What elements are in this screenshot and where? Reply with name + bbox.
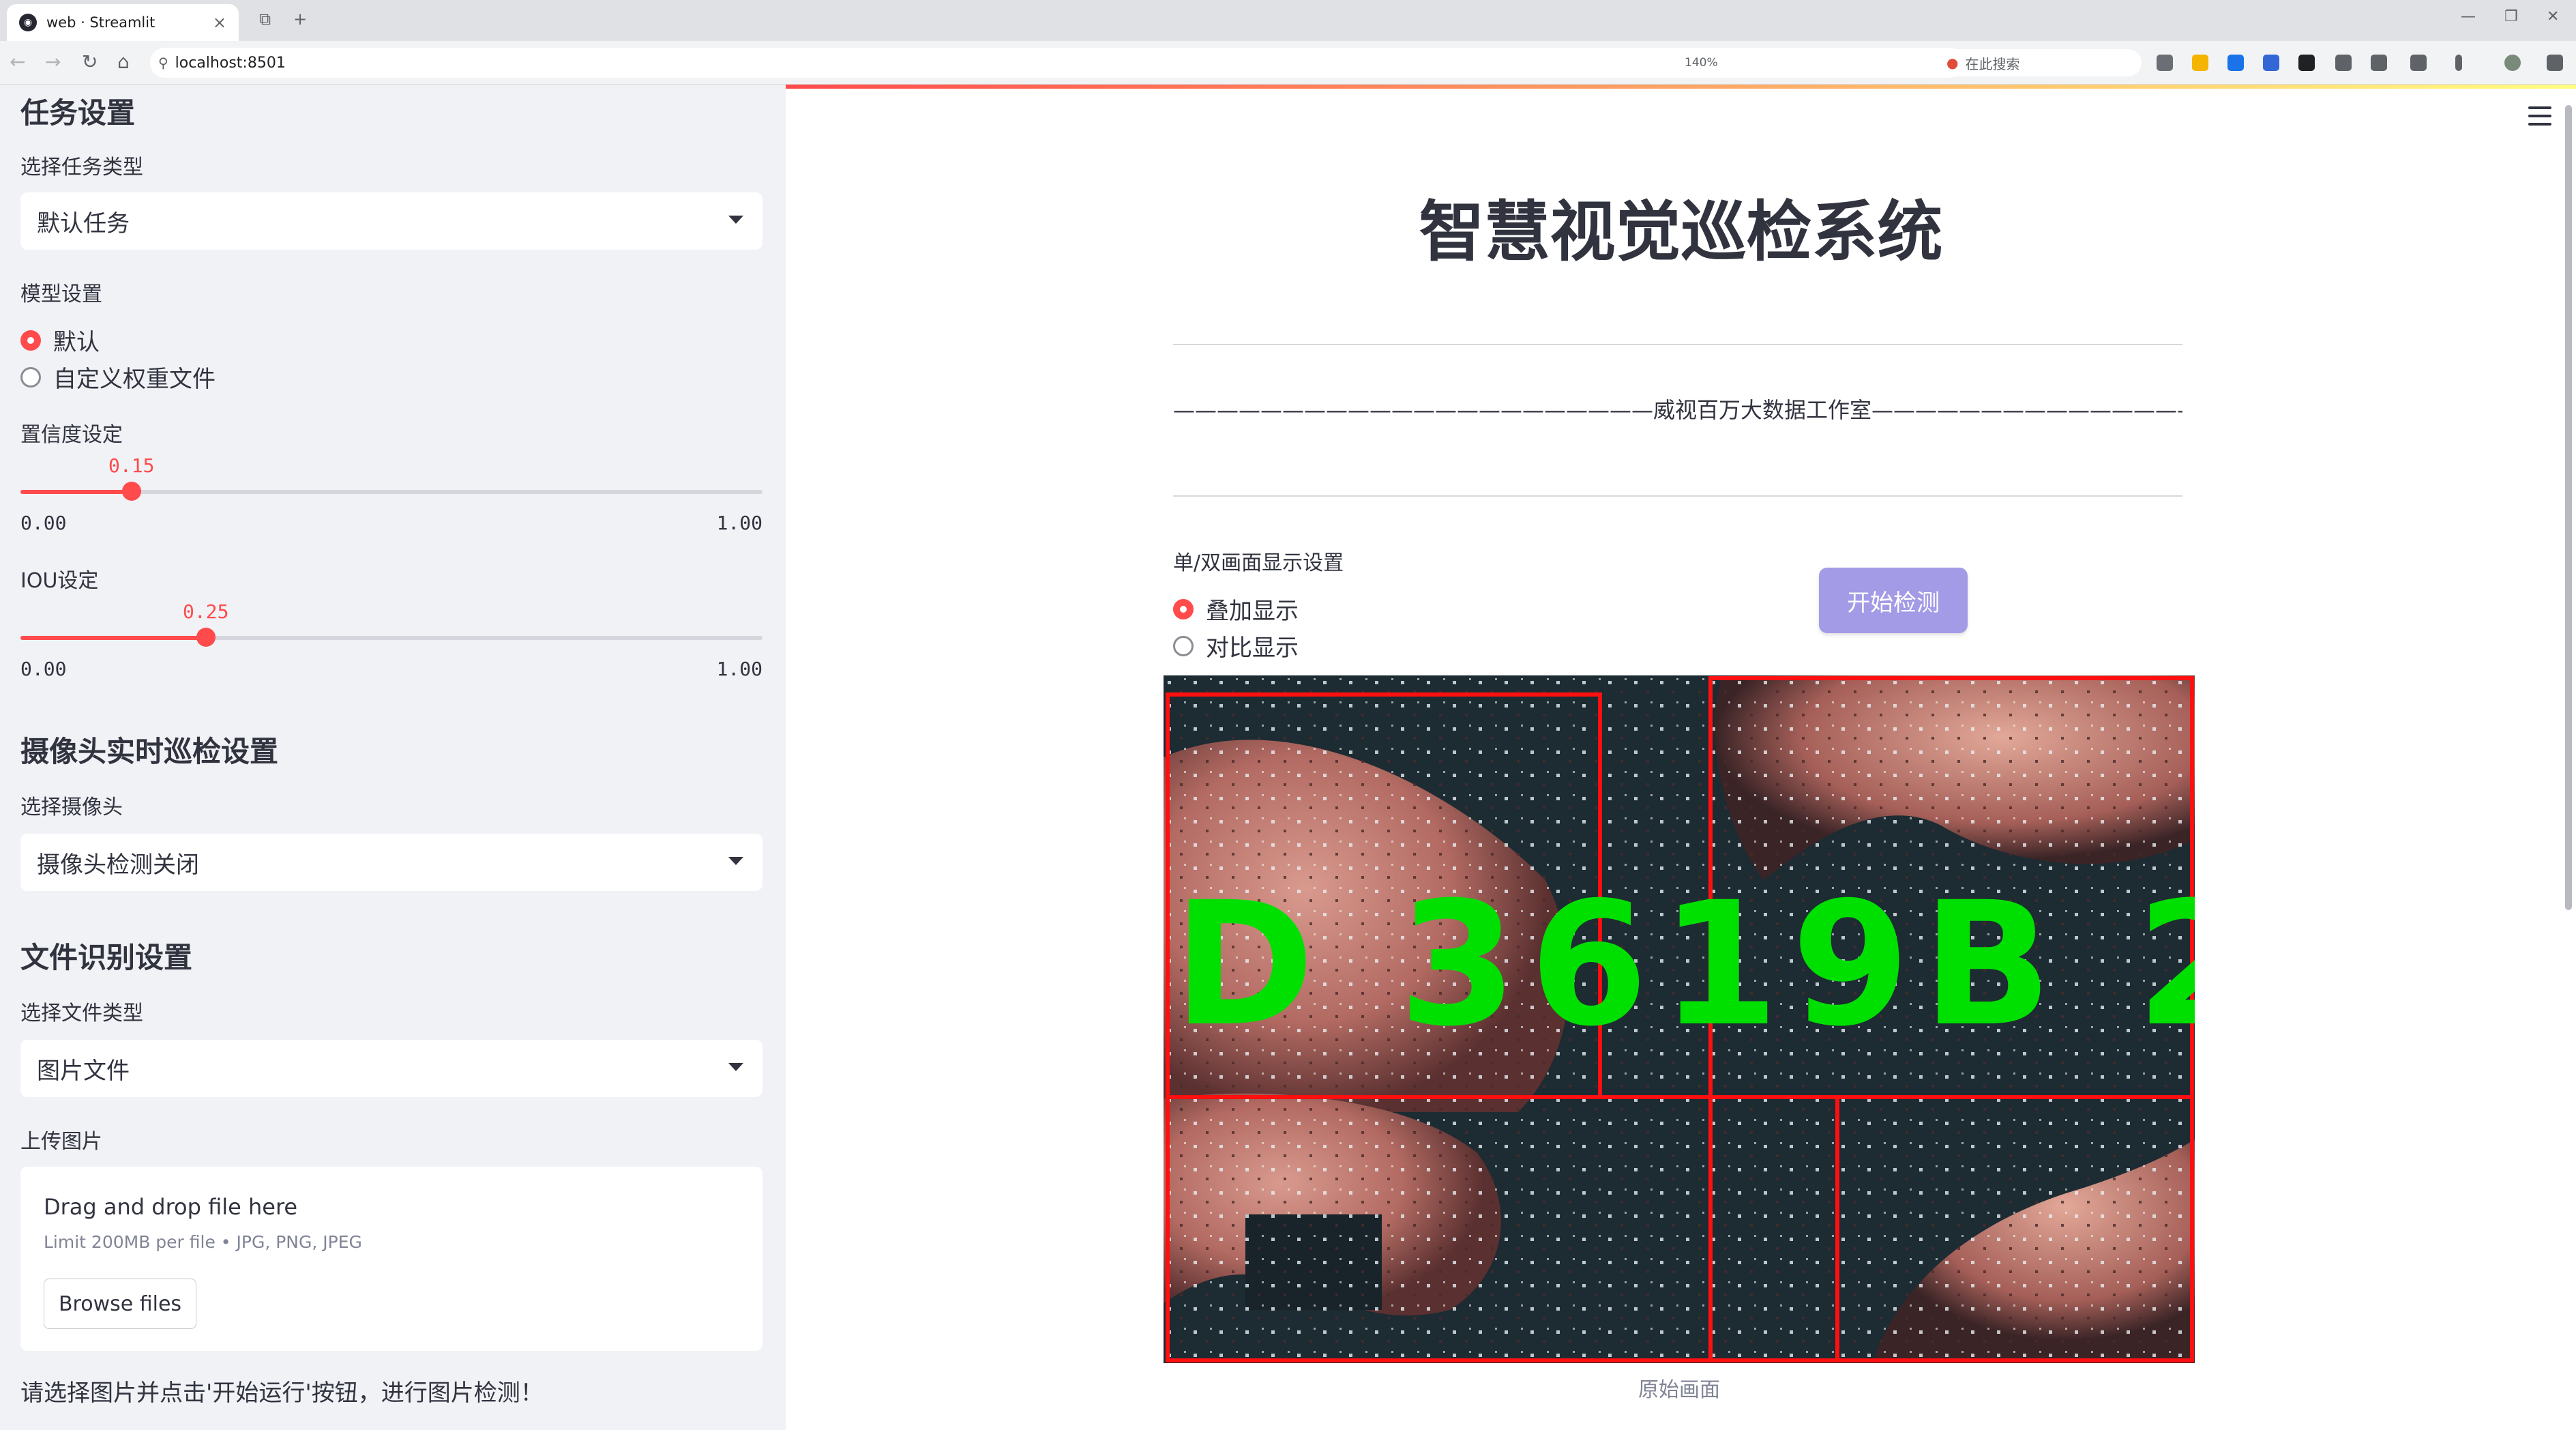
iou-label: IOU设定 bbox=[20, 569, 99, 593]
display-option-overlay[interactable]: 叠加显示 bbox=[1173, 592, 1299, 626]
confidence-slider[interactable] bbox=[20, 482, 763, 501]
detection-label-text: D 3619B 2 bbox=[1173, 865, 2195, 1064]
file-type-value: 图片文件 bbox=[37, 1057, 130, 1085]
browse-files-button[interactable]: Browse files bbox=[44, 1279, 196, 1329]
browser-search-box[interactable]: ● 在此搜索 bbox=[1937, 49, 2142, 76]
radio-selected-icon bbox=[20, 330, 41, 351]
divider bbox=[1173, 344, 2182, 345]
file-type-select[interactable]: 图片文件 bbox=[20, 1040, 763, 1097]
tab-title: web · Streamlit bbox=[46, 14, 156, 31]
task-settings-header: 任务设置 bbox=[20, 96, 136, 130]
detection-image-graphic: D 3619B 2 bbox=[1164, 675, 2195, 1363]
detection-image: D 3619B 2 bbox=[1164, 675, 2195, 1363]
streamlit-favicon-icon: ◉ bbox=[19, 14, 37, 31]
tab-group-icon[interactable]: ⧉ bbox=[259, 10, 271, 29]
iou-value: 0.25 bbox=[183, 600, 229, 623]
display-option-label: 叠加显示 bbox=[1206, 598, 1299, 625]
bookmark-icon[interactable] bbox=[2371, 55, 2387, 71]
file-type-label: 选择文件类型 bbox=[20, 1002, 143, 1025]
iou-min: 0.00 bbox=[20, 658, 67, 680]
confidence-min: 0.00 bbox=[20, 512, 67, 534]
studio-line: ——————————————————————威视百万大数据工作室————————… bbox=[1173, 397, 2182, 423]
model-option-default[interactable]: 默认 bbox=[20, 323, 100, 357]
iou-slider-thumb[interactable] bbox=[196, 628, 216, 647]
home-icon[interactable]: ⌂ bbox=[117, 50, 130, 73]
close-window-icon[interactable]: ✕ bbox=[2547, 8, 2559, 25]
iou-max: 1.00 bbox=[716, 658, 763, 680]
reload-icon[interactable]: ↻ bbox=[82, 50, 98, 73]
zoom-level[interactable]: 140% bbox=[1685, 56, 1718, 70]
task-type-label: 选择任务类型 bbox=[20, 156, 143, 179]
camera-select[interactable]: 摄像头检测关闭 bbox=[20, 834, 763, 891]
confidence-slider-fill bbox=[20, 490, 132, 494]
back-icon[interactable]: ← bbox=[10, 50, 25, 73]
display-mode-label: 单/双画面显示设置 bbox=[1173, 551, 1344, 575]
header-decoration bbox=[786, 85, 2576, 89]
model-option-label: 默认 bbox=[53, 329, 100, 356]
dropzone-limit: Limit 200MB per file • JPG, PNG, JPEG bbox=[44, 1232, 362, 1252]
radio-unselected-icon bbox=[1173, 635, 1194, 656]
model-settings-label: 模型设置 bbox=[20, 282, 102, 306]
confidence-max: 1.00 bbox=[716, 512, 763, 534]
model-option-custom[interactable]: 自定义权重文件 bbox=[20, 360, 216, 394]
file-dropzone[interactable]: Drag and drop file here Limit 200MB per … bbox=[20, 1167, 763, 1351]
restore-icon[interactable]: ❐ bbox=[2504, 8, 2518, 25]
confidence-value: 0.15 bbox=[108, 454, 155, 477]
page-title: 智慧视觉巡检系统 bbox=[1419, 194, 1943, 270]
search-engine-icon: ● bbox=[1946, 55, 1959, 71]
task-type-value: 默认任务 bbox=[37, 209, 130, 237]
image-caption: 原始画面 bbox=[1638, 1378, 1720, 1402]
sidebar: 任务设置 选择任务类型 默认任务 模型设置 默认 自定义权重文件 置信度设定 0… bbox=[0, 85, 786, 1430]
instruction-note: 请选择图片并点击'开始运行'按钮，进行图片检测！ bbox=[20, 1380, 544, 1407]
display-option-compare[interactable]: 对比显示 bbox=[1173, 629, 1299, 662]
main-content: 智慧视觉巡检系统 ——————————————————————威视百万大数据工作… bbox=[786, 85, 2576, 1430]
scissors-icon[interactable] bbox=[2410, 55, 2427, 71]
iou-slider[interactable] bbox=[20, 628, 763, 647]
display-option-label: 对比显示 bbox=[1206, 634, 1299, 662]
extension-icon[interactable] bbox=[2298, 55, 2315, 71]
search-icon: ⚲ bbox=[158, 55, 168, 71]
search-placeholder: 在此搜索 bbox=[1965, 55, 2020, 72]
new-tab-icon[interactable]: + bbox=[293, 10, 307, 29]
file-settings-header: 文件识别设置 bbox=[20, 941, 193, 974]
extension-icon[interactable] bbox=[2192, 55, 2208, 71]
browser-menu-icon[interactable] bbox=[2547, 55, 2563, 71]
divider bbox=[1173, 495, 2182, 497]
extension-icon[interactable] bbox=[2157, 55, 2173, 71]
radio-selected-icon bbox=[1173, 598, 1194, 619]
url-text: localhost:8501 bbox=[175, 54, 286, 72]
upload-label: 上传图片 bbox=[20, 1130, 102, 1154]
camera-settings-header: 摄像头实时巡检设置 bbox=[20, 735, 279, 768]
forward-icon[interactable]: → bbox=[45, 50, 61, 73]
download-icon[interactable] bbox=[2335, 55, 2352, 71]
start-detection-button[interactable]: 开始检测 bbox=[1819, 568, 1968, 633]
browser-tab[interactable]: ◉ web · Streamlit × bbox=[7, 4, 239, 41]
tab-close-icon[interactable]: × bbox=[213, 13, 226, 32]
extension-icon[interactable] bbox=[2263, 55, 2279, 71]
chevron-down-icon bbox=[728, 1063, 743, 1071]
confidence-label: 置信度设定 bbox=[20, 423, 123, 447]
more-menu-icon[interactable] bbox=[2455, 55, 2462, 71]
chevron-down-icon bbox=[728, 857, 743, 865]
confidence-slider-thumb[interactable] bbox=[122, 482, 142, 501]
radio-unselected-icon bbox=[20, 366, 41, 388]
extension-icon[interactable] bbox=[2227, 55, 2244, 71]
minimize-icon[interactable]: — bbox=[2461, 8, 2476, 25]
camera-select-label: 选择摄像头 bbox=[20, 796, 123, 819]
browser-tab-bar: ◉ web · Streamlit × ⧉ + — ❐ ✕ bbox=[0, 0, 2576, 41]
chevron-down-icon bbox=[728, 216, 743, 224]
dropzone-title: Drag and drop file here bbox=[44, 1194, 298, 1220]
task-type-select[interactable]: 默认任务 bbox=[20, 192, 763, 250]
profile-avatar[interactable] bbox=[2504, 55, 2521, 71]
browser-address-bar: ← → ↻ ⌂ ⚲ localhost:8501 140% ● 在此搜索 bbox=[0, 41, 2576, 85]
hamburger-menu-icon[interactable] bbox=[2528, 106, 2551, 126]
iou-slider-fill bbox=[20, 636, 206, 640]
camera-select-value: 摄像头检测关闭 bbox=[37, 851, 199, 879]
model-option-label: 自定义权重文件 bbox=[53, 366, 216, 393]
